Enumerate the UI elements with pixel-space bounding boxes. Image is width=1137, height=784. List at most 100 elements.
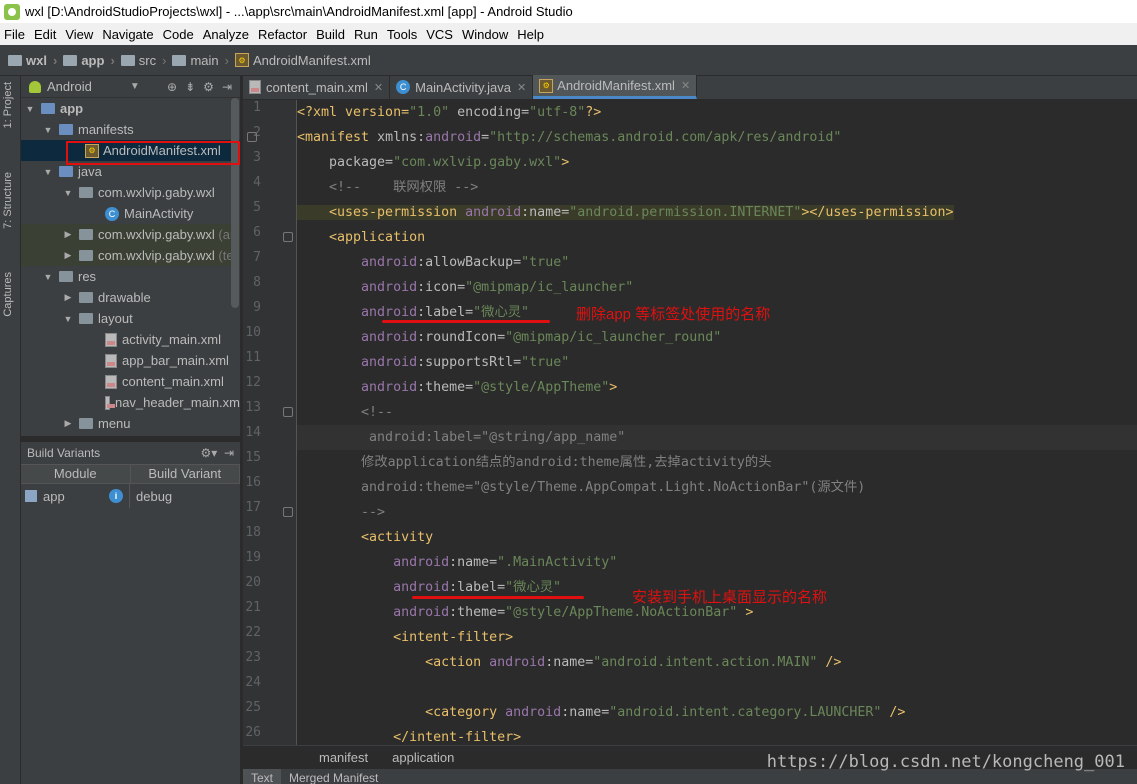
xml-namespace: android [297, 555, 450, 570]
expand-arrow-icon[interactable]: ▼ [43, 167, 53, 177]
tree-item-layout-file[interactable]: activity_main.xml [21, 329, 240, 350]
tree-item-layout-file[interactable]: nav_header_main.xm [21, 392, 240, 413]
menu-help[interactable]: Help [517, 27, 544, 42]
structure-tool-tab[interactable]: 7: Structure [2, 172, 14, 229]
chevron-down-icon[interactable]: ▼ [130, 81, 140, 92]
tab-main-activity[interactable]: C MainActivity.java ✕ [390, 75, 534, 99]
project-scrollbar[interactable] [231, 98, 239, 308]
line-number: 19 [245, 550, 261, 565]
menu-navigate[interactable]: Navigate [102, 27, 153, 42]
menu-code[interactable]: Code [163, 27, 194, 42]
module-icon [25, 490, 37, 502]
menu-run[interactable]: Run [354, 27, 378, 42]
close-icon[interactable]: ✕ [517, 81, 526, 94]
fold-marker-icon[interactable] [283, 232, 293, 242]
crumb-wxl[interactable]: wxl › [8, 53, 57, 68]
crumb-separator: › [224, 52, 229, 68]
crumb-manifest[interactable]: ⚙ AndroidManifest.xml [235, 53, 371, 68]
fold-marker-icon[interactable] [247, 132, 257, 142]
left-tool-strip: 1: Project 7: Structure Captures [0, 76, 21, 784]
tree-item-layout[interactable]: ▼ layout [21, 308, 240, 329]
line-number: 23 [245, 650, 261, 665]
tree-item-layout-file[interactable]: content_main.xml [21, 371, 240, 392]
column-module[interactable]: Module [21, 465, 131, 483]
tree-item-menu[interactable]: ▶ menu [21, 413, 240, 434]
close-icon[interactable]: ✕ [681, 79, 690, 92]
tree-item-app[interactable]: ▼ app [21, 98, 240, 119]
expand-arrow-icon[interactable]: ▶ [63, 418, 73, 429]
crumb-src[interactable]: src › [120, 53, 166, 68]
xml-attr: :allowBackup= [417, 255, 522, 270]
variant-cell[interactable]: debug [130, 489, 172, 504]
expand-arrow-icon[interactable]: ▼ [25, 104, 35, 114]
xml-string: "微心灵" [505, 580, 562, 595]
tree-item-manifests[interactable]: ▼ manifests [21, 119, 240, 140]
xml-namespace: android [297, 580, 450, 595]
expand-arrow-icon[interactable]: ▼ [43, 125, 53, 135]
package-icon [79, 187, 93, 198]
code-line: android:theme="@style/Theme.AppCompat.Li… [297, 480, 866, 495]
menu-window[interactable]: Window [462, 27, 508, 42]
tree-item-res[interactable]: ▼ res [21, 266, 240, 287]
column-build-variant[interactable]: Build Variant [131, 465, 240, 483]
folder-icon [79, 292, 93, 303]
xml-string: "android.intent.category.LAUNCHER" [609, 705, 882, 720]
crumb-main[interactable]: main › [172, 53, 229, 68]
line-number: 15 [245, 450, 261, 465]
navigation-bar: wxl › app › src › main › ⚙ AndroidManifest.xm… [0, 45, 1137, 76]
tree-item-package-androidtest[interactable]: ▶ com.wxlvip.gaby.wxl (an [21, 224, 240, 245]
xml-attr: :label= [449, 580, 506, 595]
menu-vcs[interactable]: VCS [426, 27, 453, 42]
expand-arrow-icon[interactable]: ▶ [63, 229, 73, 240]
line-number: 8 [253, 275, 261, 290]
expand-arrow-icon[interactable]: ▼ [63, 314, 73, 324]
editor-crumb-manifest[interactable]: manifest [319, 750, 368, 765]
xml-tag: <uses-permission [297, 205, 466, 220]
tree-item-package[interactable]: ▼ com.wxlvip.gaby.wxl [21, 182, 240, 203]
build-variants-header: Build Variants ⚙▾ ⇥ [21, 442, 240, 464]
code-editor[interactable]: <?xml version="1.0" encoding="utf-8"?> <… [297, 100, 1137, 745]
project-tool-tab[interactable]: 1: Project [2, 82, 14, 128]
expand-arrow-icon[interactable]: ▶ [63, 250, 73, 261]
tree-item-mainactivity[interactable]: C MainActivity [21, 203, 240, 224]
tree-item-layout-file[interactable]: app_bar_main.xml [21, 350, 240, 371]
captures-tool-tab[interactable]: Captures [2, 272, 14, 317]
gear-icon[interactable]: ⚙▾ [200, 446, 217, 460]
tab-merged-manifest[interactable]: Merged Manifest [281, 769, 386, 784]
crumb-label: app [81, 52, 105, 68]
fold-marker-icon[interactable] [283, 407, 293, 417]
xml-namespace: android [505, 705, 562, 720]
tab-android-manifest[interactable]: ⚙ AndroidManifest.xml ✕ [533, 75, 698, 99]
menu-analyze[interactable]: Analyze [203, 27, 249, 42]
info-icon[interactable]: i [109, 489, 123, 503]
gear-icon[interactable]: ⚙ [203, 80, 214, 94]
code-line: package="com.wxlvip.gaby.wxl"> [297, 150, 569, 175]
hide-icon[interactable]: ⇥ [222, 80, 232, 94]
tree-label: manifests [78, 122, 134, 137]
xml-attr: :name= [561, 705, 610, 720]
code-line: android:roundIcon="@mipmap/ic_launcher_r… [297, 325, 721, 350]
menu-file[interactable]: File [4, 27, 25, 42]
expand-arrow-icon[interactable]: ▼ [43, 272, 53, 282]
build-variant-row[interactable]: app i debug [21, 484, 240, 508]
collapse-icon[interactable]: ⇟ [185, 80, 195, 94]
xml-string: "1.0" [409, 105, 450, 120]
expand-arrow-icon[interactable]: ▶ [63, 292, 73, 303]
fold-marker-icon[interactable] [283, 507, 293, 517]
tab-content-main[interactable]: content_main.xml ✕ [243, 75, 391, 99]
target-icon[interactable]: ⊕ [167, 80, 177, 94]
menu-edit[interactable]: Edit [34, 27, 56, 42]
menu-tools[interactable]: Tools [387, 27, 417, 42]
tab-text[interactable]: Text [243, 769, 282, 784]
editor-crumb-application[interactable]: application [392, 750, 454, 765]
close-icon[interactable]: ✕ [374, 81, 383, 94]
menu-build[interactable]: Build [316, 27, 345, 42]
project-view-selector[interactable]: Android ▼ ⊕ ⇟ ⚙ ⇥ [21, 76, 240, 98]
tree-item-drawable[interactable]: ▶ drawable [21, 287, 240, 308]
menu-refactor[interactable]: Refactor [258, 27, 307, 42]
tree-item-package-test[interactable]: ▶ com.wxlvip.gaby.wxl (te [21, 245, 240, 266]
hide-icon[interactable]: ⇥ [224, 446, 234, 460]
menu-view[interactable]: View [65, 27, 93, 42]
expand-arrow-icon[interactable]: ▼ [63, 188, 73, 198]
crumb-app[interactable]: app › [63, 52, 115, 68]
